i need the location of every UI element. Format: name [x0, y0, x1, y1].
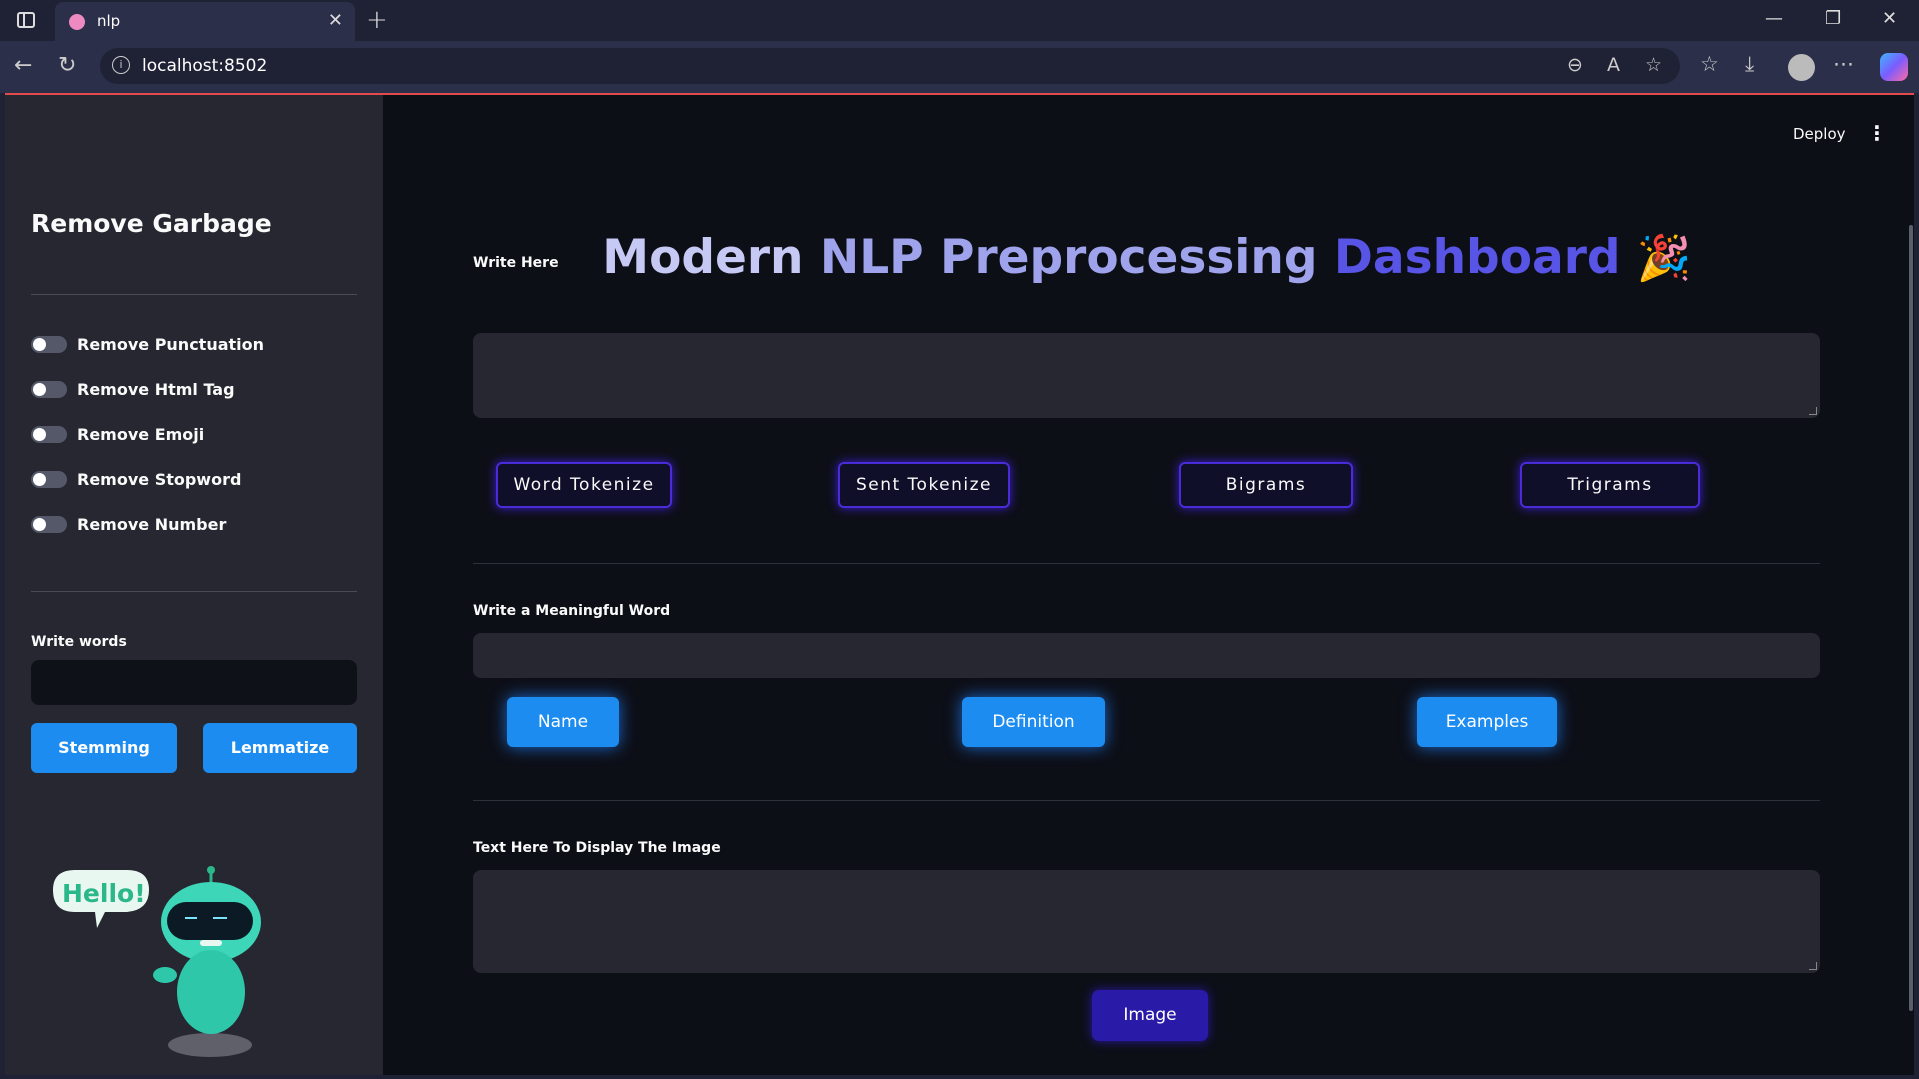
image-text-textarea[interactable]	[473, 870, 1820, 973]
word-tokenize-button[interactable]: Word Tokenize	[496, 462, 672, 508]
title-word: Dashboard	[1333, 230, 1621, 285]
toggle-remove-emoji[interactable]: Remove Emoji	[31, 422, 204, 446]
reload-icon[interactable]: ↻	[58, 53, 76, 78]
write-here-label: Write Here	[473, 255, 559, 271]
meaningful-word-label: Write a Meaningful Word	[473, 603, 671, 619]
new-tab-icon[interactable]: +	[366, 5, 388, 35]
sent-tokenize-button[interactable]: Sent Tokenize	[838, 462, 1010, 508]
close-tab-icon[interactable]: ✕	[328, 10, 343, 31]
copilot-icon[interactable]	[1880, 53, 1908, 81]
section-divider	[473, 800, 1820, 801]
favicon-icon	[69, 14, 85, 30]
sidebar-divider	[31, 294, 357, 295]
bigrams-button[interactable]: Bigrams	[1179, 462, 1353, 508]
resize-handle-icon[interactable]	[1809, 407, 1817, 415]
toggle-switch[interactable]	[31, 515, 67, 533]
browser-titlebar: nlp ✕ + — ❐ ✕	[0, 0, 1919, 41]
main-menu-icon[interactable]: ⋮	[1867, 121, 1887, 145]
toggle-switch[interactable]	[31, 335, 67, 353]
definition-button[interactable]: Definition	[962, 697, 1105, 747]
back-icon[interactable]: ←	[14, 53, 32, 78]
profile-avatar[interactable]	[1788, 54, 1815, 81]
sidebar-title: Remove Garbage	[31, 209, 272, 238]
toggle-switch[interactable]	[31, 380, 67, 398]
toggle-label: Remove Punctuation	[77, 334, 265, 354]
title-word: Modern	[602, 230, 804, 285]
address-toolbar: ← ↻ i localhost:8502 ⊖ A ☆ ☆ ⤓ ⋯	[0, 41, 1919, 93]
page-title: Modern NLP Preprocessing Dashboard 🎉	[385, 230, 1909, 285]
examples-button[interactable]: Examples	[1417, 697, 1557, 747]
party-popper-icon: 🎉	[1636, 233, 1692, 284]
title-word: NLP	[819, 230, 924, 285]
sidebar-divider	[31, 591, 357, 592]
close-window-icon[interactable]: ✕	[1882, 8, 1897, 29]
favorite-star-icon[interactable]: ☆	[1645, 54, 1662, 76]
robot-mascot-image: Hello!	[53, 866, 261, 1057]
url-text[interactable]: localhost:8502	[142, 56, 267, 76]
browser-tab[interactable]: nlp ✕	[55, 2, 355, 41]
window-bottom-edge	[0, 1075, 1919, 1079]
name-button[interactable]: Name	[507, 697, 619, 747]
favorites-icon[interactable]: ☆	[1700, 52, 1719, 76]
image-button[interactable]: Image	[1092, 990, 1208, 1041]
toggle-label: Remove Html Tag	[77, 379, 235, 399]
toggle-switch[interactable]	[31, 470, 67, 488]
toggle-label: Remove Stopword	[77, 469, 242, 489]
restore-icon[interactable]: ❐	[1825, 8, 1841, 29]
site-info-icon[interactable]: i	[112, 56, 130, 74]
write-words-label: Write words	[31, 634, 127, 650]
read-aloud-icon[interactable]: A	[1607, 54, 1620, 76]
download-icon[interactable]: ⤓	[1745, 52, 1754, 77]
toggle-remove-punctuation[interactable]: Remove Punctuation	[31, 332, 264, 356]
meaningful-word-input[interactable]	[473, 633, 1820, 678]
minimize-icon[interactable]: —	[1765, 8, 1783, 29]
write-words-input[interactable]	[31, 660, 357, 705]
title-word: Preprocessing	[940, 230, 1318, 285]
write-here-textarea[interactable]	[473, 333, 1820, 418]
main-scrollbar[interactable]	[1909, 225, 1913, 1011]
toggle-remove-html-tag[interactable]: Remove Html Tag	[31, 377, 235, 401]
toggle-label: Remove Emoji	[77, 424, 205, 444]
deploy-button[interactable]: Deploy	[1793, 125, 1846, 143]
toggle-remove-number[interactable]: Remove Number	[31, 512, 226, 536]
resize-handle-icon[interactable]	[1809, 962, 1817, 970]
url-bar[interactable]: i localhost:8502 ⊖ A ☆	[100, 48, 1680, 84]
image-text-label: Text Here To Display The Image	[473, 840, 721, 856]
trigrams-button[interactable]: Trigrams	[1520, 462, 1700, 508]
lemmatize-button[interactable]: Lemmatize	[203, 723, 357, 773]
toggle-remove-stopword[interactable]: Remove Stopword	[31, 467, 241, 491]
sidebar: Remove Garbage Remove Punctuation Remove…	[5, 95, 383, 1077]
tab-title: nlp	[97, 12, 121, 30]
section-divider	[473, 563, 1820, 564]
toggle-label: Remove Number	[77, 514, 227, 534]
zoom-icon[interactable]: ⊖	[1567, 54, 1583, 76]
tab-sidebar-icon[interactable]	[17, 12, 35, 28]
robot-speech-bubble: Hello!	[62, 879, 146, 908]
more-menu-icon[interactable]: ⋯	[1833, 52, 1854, 76]
toggle-switch[interactable]	[31, 425, 67, 443]
stemming-button[interactable]: Stemming	[31, 723, 177, 773]
app-viewport: Remove Garbage Remove Punctuation Remove…	[5, 93, 1914, 1077]
